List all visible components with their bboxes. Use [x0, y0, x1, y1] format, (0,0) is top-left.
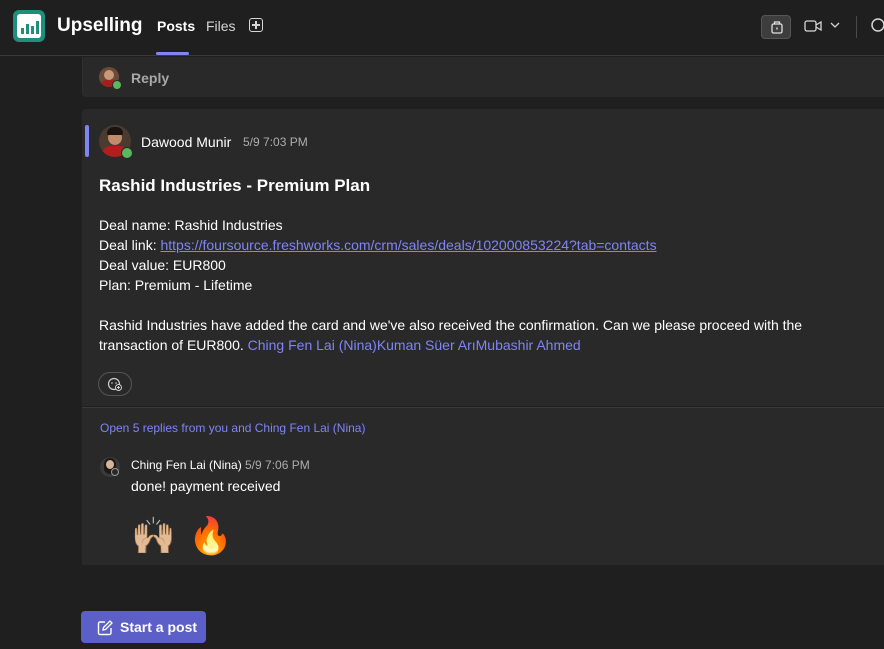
post-author[interactable]: Dawood Munir: [141, 134, 231, 150]
deal-link-line: Deal link: https://foursource.freshworks…: [99, 237, 657, 253]
reply-text: done! payment received: [131, 478, 281, 494]
deal-link-prefix: Deal link:: [99, 237, 161, 253]
deal-value-line: Deal value: EUR800: [99, 257, 226, 273]
post-timestamp: 5/9 7:03 PM: [243, 135, 308, 149]
emoji-add-icon: [107, 377, 122, 391]
header-divider: [856, 16, 857, 38]
tab-posts[interactable]: Posts: [157, 18, 195, 34]
post-body-text: transaction of EUR800.: [99, 337, 248, 353]
team-logo[interactable]: [13, 10, 45, 42]
add-tab-icon[interactable]: [249, 18, 263, 32]
apps-button[interactable]: [761, 15, 791, 39]
reply-timestamp: 5/9 7:06 PM: [245, 458, 310, 472]
post-body-line: Rashid Industries have added the card an…: [99, 317, 803, 333]
chevron-down-icon[interactable]: [830, 20, 840, 30]
presence-available-icon: [112, 80, 122, 90]
fire-emoji: 🔥: [188, 515, 233, 556]
start-post-button[interactable]: Start a post: [81, 611, 206, 643]
tab-files[interactable]: Files: [206, 18, 236, 34]
presence-offline-icon: [111, 468, 119, 476]
previous-post-reply-area: [82, 57, 884, 97]
open-replies-link[interactable]: Open 5 replies from you and Ching Fen La…: [100, 421, 365, 435]
reply-button[interactable]: Reply: [131, 70, 169, 86]
post-title: Rashid Industries - Premium Plan: [99, 176, 371, 195]
deal-name-line: Deal name: Rashid Industries: [99, 217, 283, 233]
post-body-line: transaction of EUR800. Ching Fen Lai (Ni…: [99, 337, 581, 353]
presence-available-icon: [121, 147, 133, 159]
plan-line: Plan: Premium - Lifetime: [99, 277, 253, 293]
briefcase-icon: [771, 21, 783, 34]
video-call-icon[interactable]: [804, 19, 822, 33]
add-reaction-button[interactable]: [98, 372, 132, 396]
reply-author[interactable]: Ching Fen Lai (Nina): [131, 458, 242, 472]
active-tab-indicator: [156, 52, 189, 55]
compose-icon: [97, 620, 113, 636]
search-icon[interactable]: [870, 17, 884, 35]
channel-header: Upselling Posts Files: [0, 0, 884, 56]
deal-link[interactable]: https://foursource.freshworks.com/crm/sa…: [160, 237, 656, 253]
raising-hands-emoji: 🙌🏼: [131, 515, 176, 556]
team-name: Upselling: [57, 15, 143, 36]
mentions[interactable]: Ching Fen Lai (Nina)Kuman Süer ArıMubash…: [248, 337, 581, 353]
start-post-label: Start a post: [120, 619, 198, 635]
chart-icon: [17, 14, 41, 38]
unread-accent-bar: [85, 125, 89, 157]
